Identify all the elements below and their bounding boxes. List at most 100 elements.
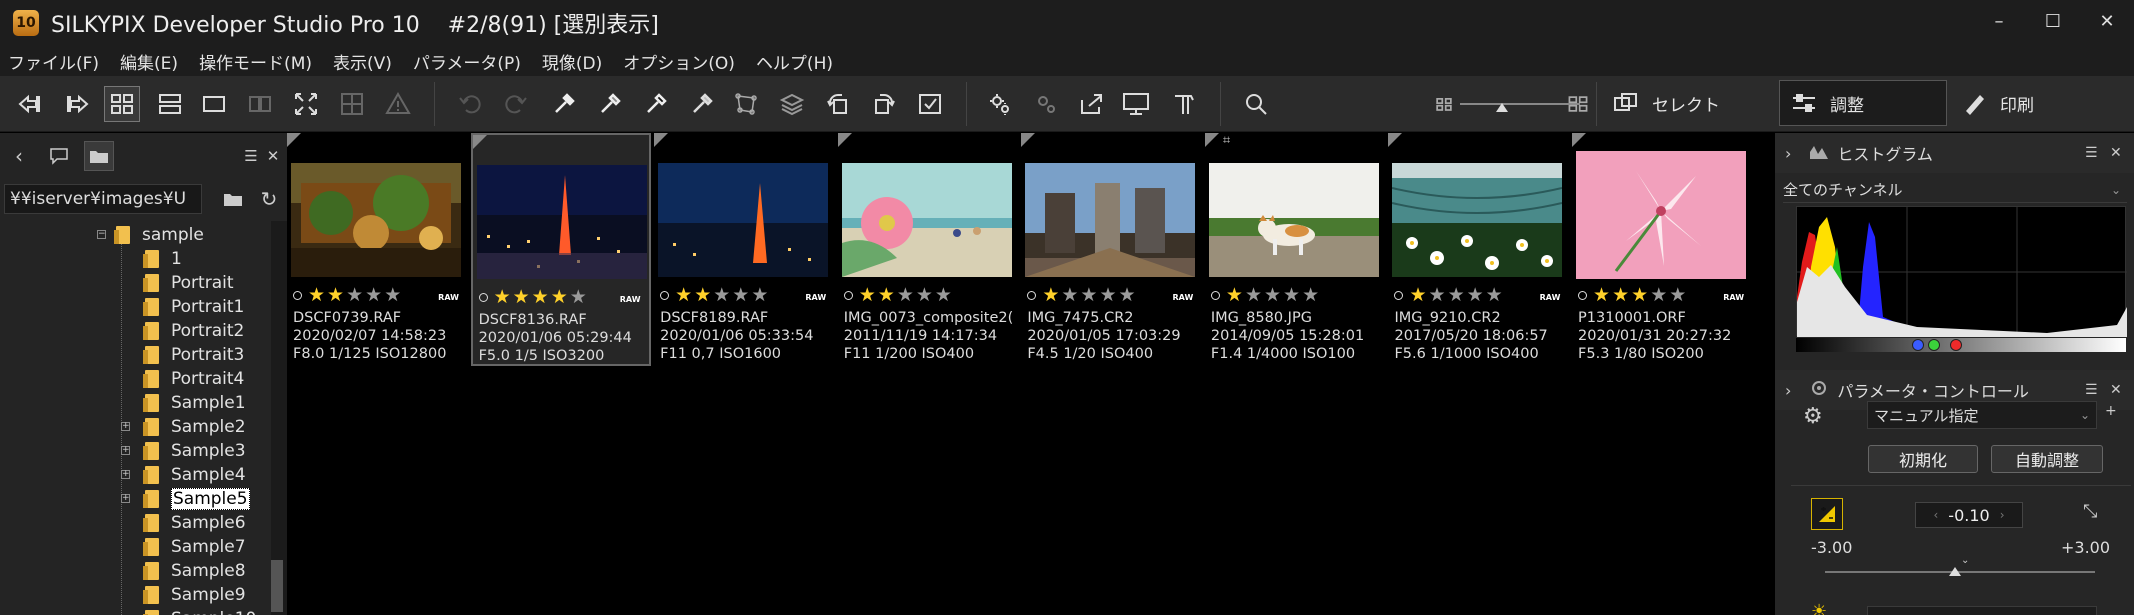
thumbnail-image[interactable] [1392, 163, 1563, 281]
exposure-reset-icon[interactable]: ⤡ [2083, 501, 2097, 522]
thumbnail-image[interactable] [291, 163, 461, 281]
single-view-icon[interactable] [196, 86, 232, 122]
menu-help[interactable]: ヘルプ(H) [756, 49, 833, 74]
exposure-slider-thumb[interactable] [1949, 567, 1962, 576]
menu-file[interactable]: ファイル(F) [8, 49, 99, 74]
thumbnail-image[interactable] [476, 165, 647, 283]
star-icon[interactable]: ★ [694, 285, 711, 305]
star-icon[interactable]: ★ [308, 285, 325, 305]
label-ring-icon[interactable] [293, 290, 302, 300]
star-icon[interactable]: ★ [859, 285, 876, 305]
thumbnail-card[interactable]: ★ ★ ★ ★ ★ RAW DSCF0739.RAF 2020/02/07 14:58:23 F… [287, 133, 467, 366]
undo-icon[interactable] [452, 86, 488, 122]
label-ring-icon[interactable] [1027, 290, 1037, 300]
star-rating[interactable]: ★ ★ ★ ★ ★ [293, 285, 403, 305]
star-icon[interactable]: ★ [897, 285, 914, 305]
star-icon[interactable]: ★ [1593, 285, 1610, 305]
preset-select[interactable]: マニュアル指定 ⌄ [1867, 401, 2097, 429]
tree-item[interactable]: + Sample3 [121, 439, 246, 463]
brightness-icon[interactable]: ☀ [1811, 601, 1827, 615]
star-icon[interactable]: ★ [1119, 285, 1136, 305]
thumbnail-card[interactable]: ★ ★ ★ ★ ★ RAW P1310001.ORF 2020/01/31 20:27:32 F… [1572, 133, 1752, 366]
star-icon[interactable]: ★ [346, 285, 363, 305]
star-icon[interactable]: ★ [327, 285, 344, 305]
star-icon[interactable]: ★ [878, 285, 895, 305]
select-mode-button[interactable]: セレクト [1612, 80, 1720, 126]
label-ring-icon[interactable] [1394, 290, 1404, 300]
tree-scrollbar-thumb[interactable] [271, 560, 283, 612]
label-ring-icon[interactable] [843, 290, 853, 300]
histogram-close-icon[interactable]: ✕ [2110, 145, 2122, 161]
thumbnail-image[interactable] [658, 163, 829, 281]
thumbnail-card[interactable]: ★ ★ ★ ★ ★ RAW IMG_7475.CR2 2020/01/05 17:03:29 F… [1021, 133, 1201, 366]
menu-edit[interactable]: 編集(E) [120, 49, 178, 74]
tree-item[interactable]: Portrait3 [143, 343, 244, 367]
star-icon[interactable]: ★ [916, 285, 933, 305]
close-button[interactable]: ✕ [2080, 0, 2134, 42]
auto-adjust-button[interactable]: 自動調整 [1991, 445, 2103, 473]
refresh-icon[interactable]: ↻ [254, 184, 284, 214]
star-icon[interactable]: ★ [1245, 285, 1262, 305]
add-preset-icon[interactable]: + [2105, 403, 2117, 419]
tree-item[interactable]: Sample10 [143, 607, 256, 615]
star-rating[interactable]: ★ ★ ★ ★ ★ [478, 287, 589, 307]
tree-item[interactable]: Portrait2 [143, 319, 244, 343]
panel-close-icon[interactable]: ✕ [258, 141, 288, 171]
star-icon[interactable]: ★ [1409, 285, 1426, 305]
eyedropper-white-icon[interactable] [546, 86, 582, 122]
eyedropper-black-icon[interactable] [638, 86, 674, 122]
tree-item[interactable]: − sample [97, 223, 204, 247]
decrement-icon[interactable]: ‹ [1933, 508, 1938, 522]
list-view-icon[interactable] [152, 86, 188, 122]
forward-icon[interactable] [59, 86, 95, 122]
tree-item[interactable]: + Sample2 [121, 415, 246, 439]
transform-icon[interactable] [728, 86, 764, 122]
exposure-value-field[interactable]: ‹ -0.10 › [1915, 502, 2023, 528]
tree-item[interactable]: + Sample4 [121, 463, 246, 487]
tree-item[interactable]: Sample8 [143, 559, 246, 583]
export-icon[interactable] [1074, 86, 1110, 122]
star-icon[interactable]: ★ [494, 287, 511, 307]
star-icon[interactable]: ★ [713, 285, 730, 305]
adjust-mode-button[interactable]: 調整 [1779, 80, 1947, 126]
zoom-slider-thumb[interactable] [1496, 103, 1508, 112]
browse-folder-icon[interactable] [218, 184, 248, 214]
tree-item[interactable]: + Sample5 [121, 487, 250, 511]
star-icon[interactable]: ★ [551, 287, 568, 307]
star-icon[interactable]: ★ [513, 287, 530, 307]
star-icon[interactable]: ★ [1467, 285, 1484, 305]
star-icon[interactable]: ★ [1448, 285, 1465, 305]
thumbnail-image[interactable] [1576, 151, 1747, 283]
star-icon[interactable]: ★ [1429, 285, 1446, 305]
chevron-right-icon[interactable]: › [1785, 144, 1791, 163]
star-icon[interactable]: ★ [570, 287, 587, 307]
star-icon[interactable]: ★ [1283, 285, 1300, 305]
star-rating[interactable]: ★ ★ ★ ★ ★ [843, 285, 954, 305]
blue-point-marker[interactable] [1912, 339, 1924, 351]
thumbnail-image[interactable] [841, 163, 1012, 281]
zoom-slider-track[interactable] [1460, 103, 1580, 105]
parameter-menu-icon[interactable]: ☰ [2085, 382, 2098, 398]
tree-item[interactable]: Portrait1 [143, 295, 244, 319]
star-rating[interactable]: ★ ★ ★ ★ ★ [1027, 285, 1137, 305]
chevron-left-icon[interactable]: ‹ [4, 141, 34, 171]
compare-view-icon[interactable] [242, 86, 278, 122]
label-ring-icon[interactable] [1210, 290, 1220, 300]
star-rating[interactable]: ★ ★ ★ ★ ★ [1210, 285, 1321, 305]
batch-develop-icon[interactable] [1028, 86, 1064, 122]
label-ring-icon[interactable] [478, 292, 488, 302]
star-icon[interactable]: ★ [1631, 285, 1648, 305]
grid-overlay-icon[interactable] [334, 86, 370, 122]
star-rating[interactable]: ★ ★ ★ ★ ★ [660, 285, 770, 305]
grid-view-icon[interactable] [104, 86, 140, 122]
star-rating[interactable]: ★ ★ ★ ★ ★ [1578, 285, 1688, 305]
search-icon[interactable] [1238, 86, 1274, 122]
green-point-marker[interactable] [1928, 339, 1940, 351]
minimize-button[interactable]: – [1972, 0, 2026, 42]
parameter-close-icon[interactable]: ✕ [2110, 382, 2122, 398]
expand-icon[interactable]: + [121, 422, 130, 431]
eyedropper-skin-icon[interactable] [684, 86, 720, 122]
star-icon[interactable]: ★ [1061, 285, 1078, 305]
thumbnail-card[interactable]: ★ ★ ★ ★ ★ IMG_0073_composite2(2011/11/19 14:1… [837, 133, 1018, 366]
redo-icon[interactable] [498, 86, 534, 122]
